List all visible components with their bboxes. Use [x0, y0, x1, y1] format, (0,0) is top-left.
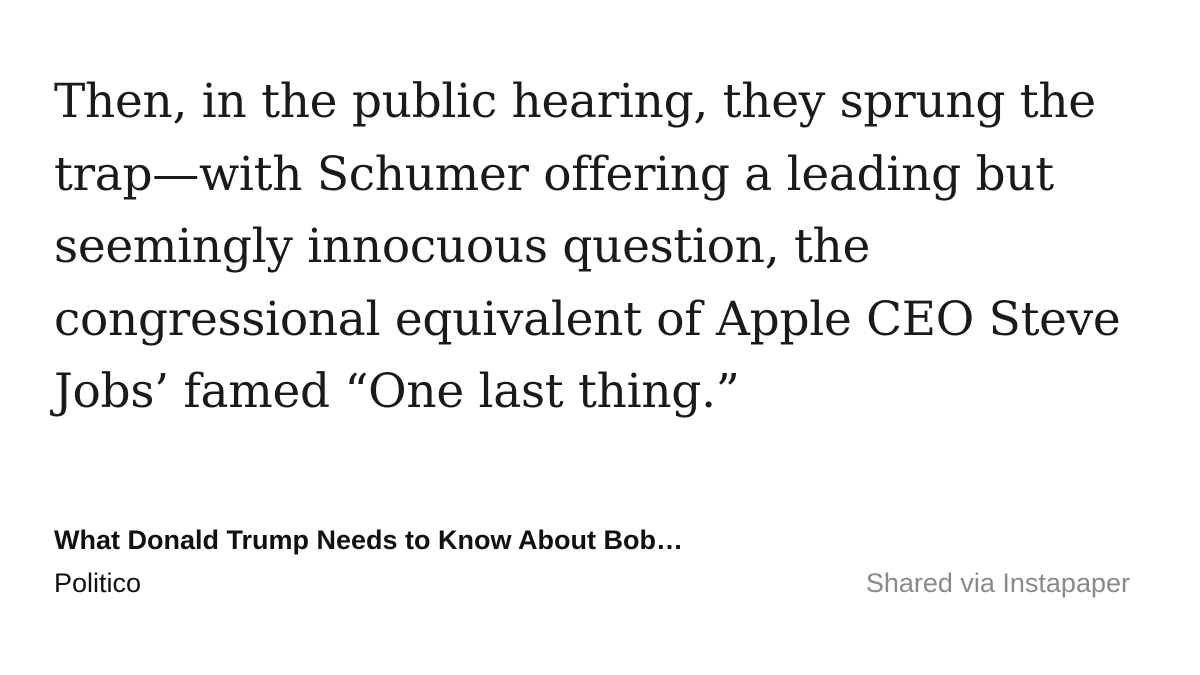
quote-line: Jobs’ famed “One last thing.”: [54, 364, 740, 419]
shared-via-instapaper: Shared via Instapaper: [865, 568, 1130, 598]
quote-line: Then, in the public hearing, they sprung…: [54, 74, 1096, 129]
shared-quote-card: Then, in the public hearing, they sprung…: [0, 0, 1200, 675]
quote-line: congressional equivalent of Apple CEO St…: [54, 291, 1121, 347]
publication-name: Politico: [54, 568, 142, 598]
quote-line: seemingly innocuous question, the: [54, 219, 871, 274]
quote-line: trap—with Schumer offering a leading but: [54, 146, 1054, 202]
article-title: What Donald Trump Needs to Know About Bo…: [54, 525, 683, 555]
highlighted-quote: Then, in the public hearing, they sprung…: [54, 66, 1144, 429]
